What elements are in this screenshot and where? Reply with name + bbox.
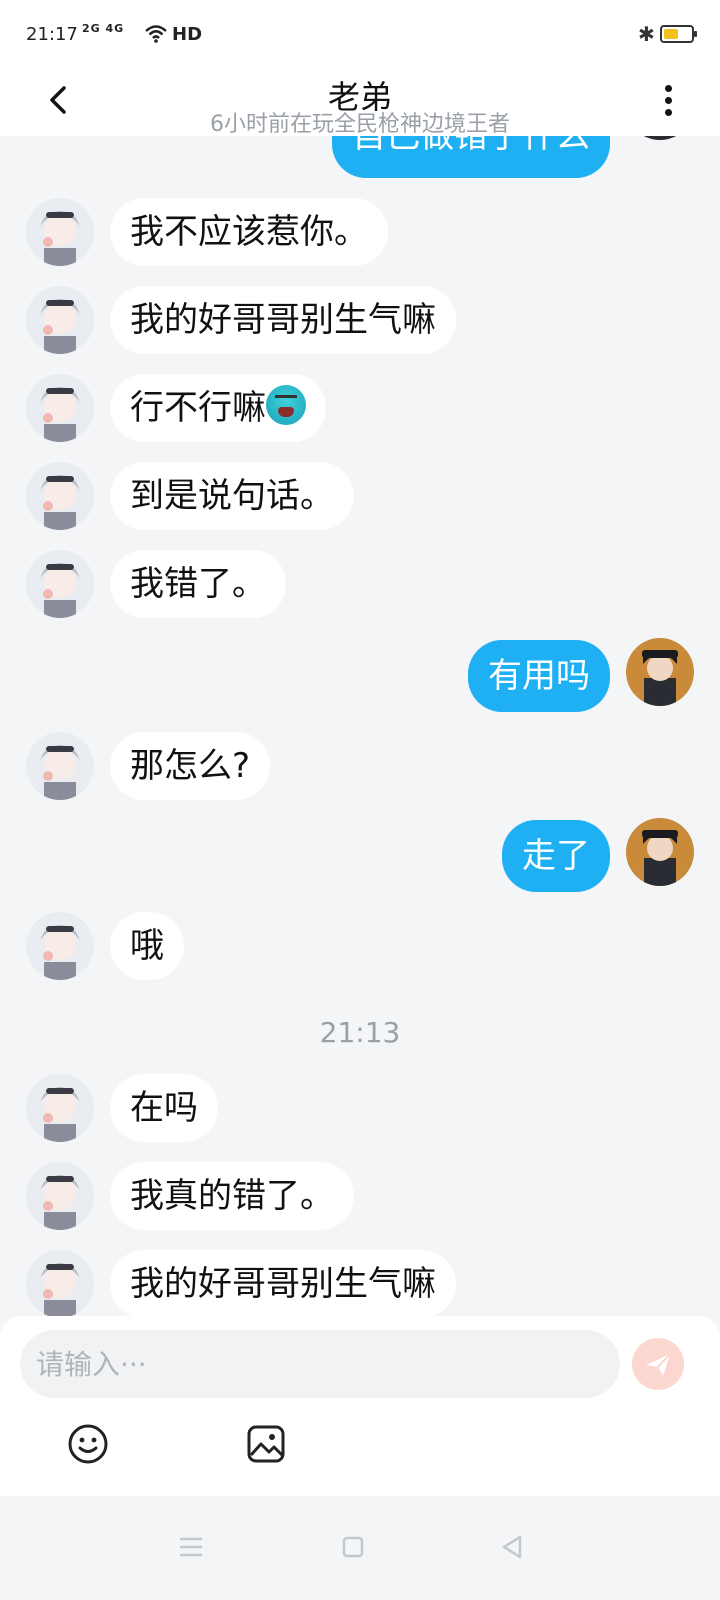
message-bubble[interactable]: 到是说句话。 (110, 462, 354, 530)
menu-icon[interactable] (166, 1522, 216, 1572)
message-list[interactable]: 自己做错了什么 我不应该惹你。 我的好哥哥别生气嘛 行不行嘛 到是说句话。 我错… (0, 136, 720, 1344)
message-bubble[interactable]: 我错了。 (110, 550, 286, 618)
message-input[interactable] (20, 1330, 620, 1398)
status-time: 21:17 (26, 24, 78, 45)
message-bubble[interactable]: 在吗 (110, 1074, 218, 1142)
system-nav-bar (0, 1496, 720, 1600)
contact-avatar[interactable] (26, 198, 94, 266)
send-button[interactable] (632, 1338, 684, 1390)
message-bubble[interactable]: 我的好哥哥别生气嘛 (110, 1250, 456, 1318)
status-bar: 21:17 2G 4G HD ✱ (0, 0, 720, 70)
contact-avatar[interactable] (26, 1074, 94, 1142)
contact-avatar[interactable] (26, 1250, 94, 1318)
time-separator: 21:13 (319, 1016, 401, 1049)
wifi-icon (145, 25, 167, 43)
more-icon[interactable] (656, 82, 680, 118)
network-indicator: 2G 4G (82, 22, 125, 35)
back-nav-icon[interactable] (488, 1522, 538, 1572)
contact-avatar[interactable] (26, 1162, 94, 1230)
message-bubble[interactable]: 自己做错了什么 (332, 136, 610, 178)
message-bubble[interactable]: 我的好哥哥别生气嘛 (110, 286, 456, 354)
message-bubble[interactable]: 有用吗 (468, 640, 610, 712)
composer (0, 1316, 720, 1496)
message-bubble[interactable]: 我不应该惹你。 (110, 198, 388, 266)
image-icon[interactable] (244, 1422, 288, 1466)
paper-plane-icon (646, 1353, 671, 1376)
bluetooth-icon: ✱ (638, 22, 655, 46)
message-bubble[interactable]: 我真的错了。 (110, 1162, 354, 1230)
contact-avatar[interactable] (26, 732, 94, 800)
battery-level (664, 29, 678, 39)
contact-avatar[interactable] (26, 912, 94, 980)
chat-status: 6小时前在玩全民枪神边境王者 (210, 112, 510, 137)
chat-header: 老弟 6小时前在玩全民枪神边境王者 (0, 70, 720, 137)
message-bubble[interactable]: 哦 (110, 912, 184, 980)
contact-avatar[interactable] (26, 286, 94, 354)
message-text: 行不行嘛 (130, 388, 266, 428)
contact-avatar[interactable] (26, 550, 94, 618)
smiley-icon[interactable] (66, 1422, 110, 1466)
message-bubble[interactable]: 行不行嘛 (110, 374, 326, 442)
message-bubble[interactable]: 那怎么? (110, 732, 271, 800)
contact-avatar[interactable] (26, 462, 94, 530)
contact-avatar[interactable] (26, 374, 94, 442)
self-avatar[interactable] (626, 818, 694, 886)
home-icon[interactable] (328, 1522, 378, 1572)
hd-indicator: HD (172, 24, 203, 45)
battery-icon (660, 25, 697, 43)
message-bubble[interactable]: 走了 (502, 820, 610, 892)
self-avatar[interactable] (626, 638, 694, 706)
tired-face-emoji-icon (266, 385, 306, 425)
